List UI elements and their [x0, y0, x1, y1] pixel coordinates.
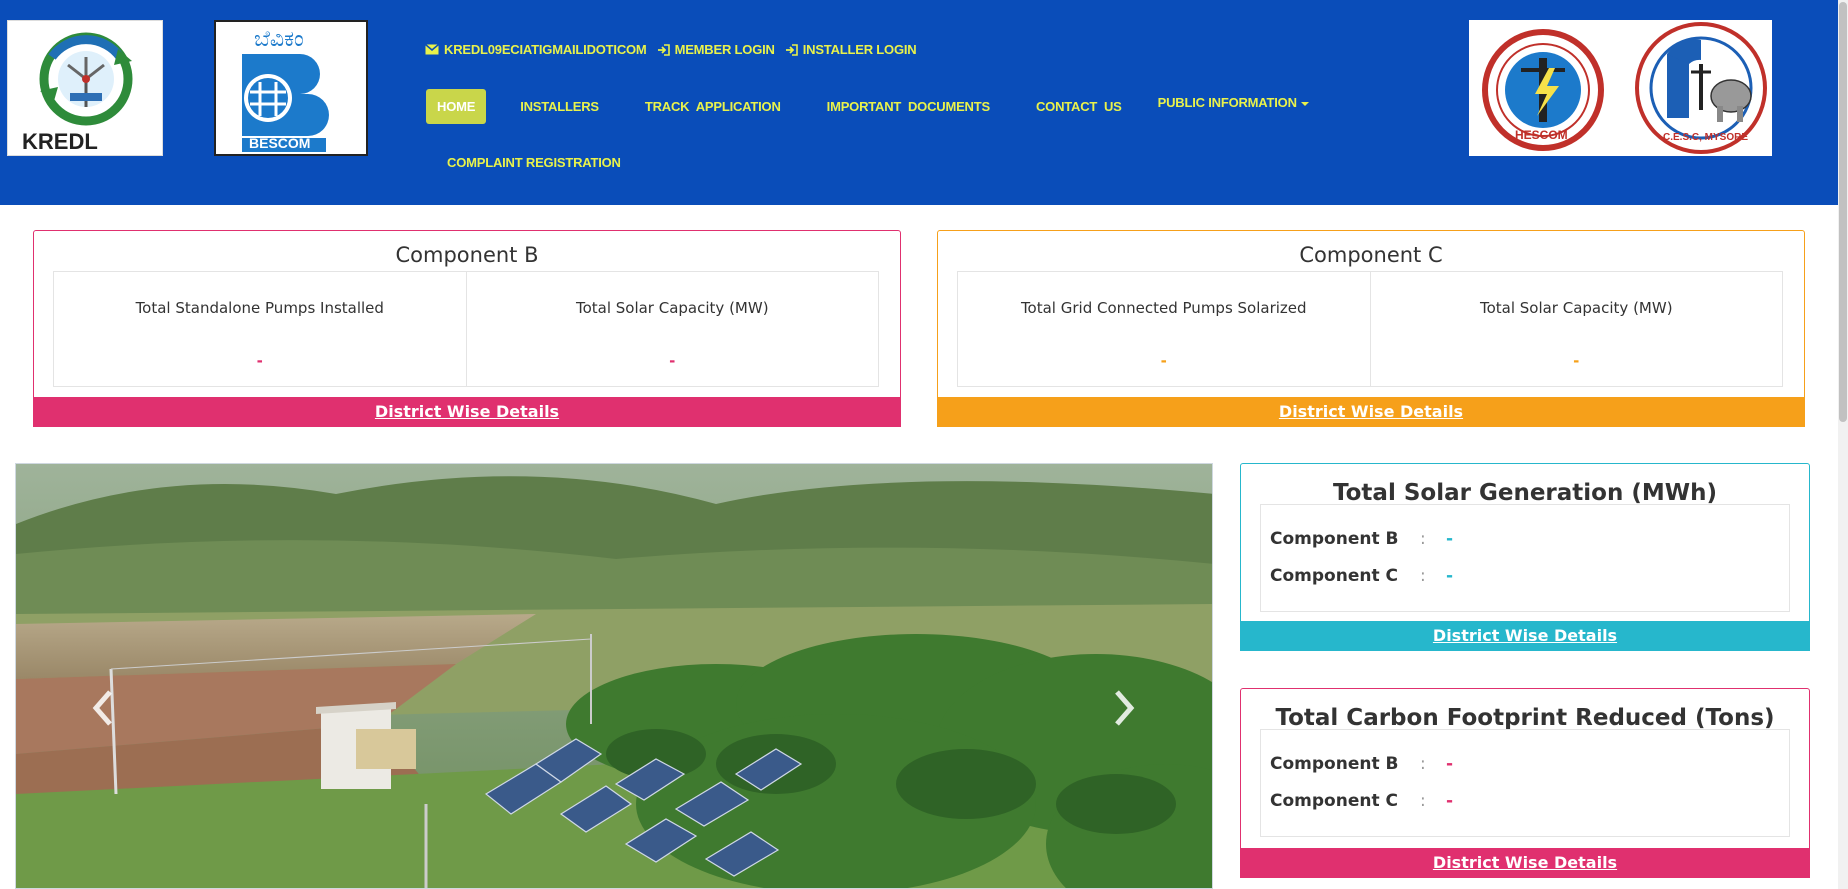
carbon-footprint-value-b: - — [1446, 754, 1454, 774]
grid-pumps-cell: Total Grid Connected Pumps Solarized - — [958, 272, 1371, 386]
member-login-link[interactable]: MEMBER LOGIN — [657, 42, 775, 57]
kredl-logo-text: KREDL — [22, 129, 98, 154]
site-header: KREDL ಬೆವಿಕಂ BESCOM KREDL09ECIATIGMAILID… — [0, 0, 1838, 205]
component-c-capacity-label: Total Solar Capacity (MW) — [1479, 299, 1673, 317]
nav-important-documents[interactable]: IMPORTANT DOCUMENTS — [827, 99, 991, 114]
installer-login-link[interactable]: INSTALLER LOGIN — [785, 42, 917, 57]
bescom-logo-text: BESCOM — [249, 135, 311, 151]
sign-in-icon — [785, 43, 798, 56]
component-b-district-link[interactable]: District Wise Details — [33, 397, 901, 427]
nav-track-application[interactable]: TRACK APPLICATION — [645, 99, 781, 114]
separator: : — [1420, 791, 1426, 811]
page-scrollbar[interactable] — [1838, 0, 1848, 889]
nav-home[interactable]: HOME — [426, 89, 487, 124]
standalone-pumps-cell: Total Standalone Pumps Installed - — [54, 272, 467, 386]
sign-in-icon — [657, 43, 670, 56]
carbon-footprint-title: Total Carbon Footprint Reduced (Tons) — [1275, 705, 1775, 731]
carbon-footprint-label-c: Component C — [1270, 791, 1398, 811]
solar-generation-row-c: Component C : - — [1270, 566, 1453, 586]
email-link[interactable]: KREDL09ECIATIGMAILIDOTICOM — [425, 42, 647, 57]
solar-generation-row-b: Component B : - — [1270, 529, 1453, 549]
grid-pumps-value: - — [1160, 350, 1167, 370]
grid-pumps-label: Total Grid Connected Pumps Solarized — [1020, 299, 1307, 317]
caret-down-icon — [1300, 101, 1309, 106]
carousel-prev-button[interactable] — [88, 688, 118, 728]
component-b-card: Component B Total Standalone Pumps Insta… — [33, 230, 901, 427]
separator: : — [1420, 529, 1426, 549]
component-b-capacity-label: Total Solar Capacity (MW) — [575, 299, 769, 317]
installer-login-text: INSTALLER LOGIN — [802, 42, 917, 57]
nav-public-information[interactable]: PUBLIC INFORMATION — [1158, 95, 1309, 110]
nav-complaint-registration[interactable]: COMPLAINT REGISTRATION — [447, 155, 621, 170]
standalone-pumps-value: - — [256, 350, 263, 370]
component-b-capacity-cell: Total Solar Capacity (MW) - — [467, 272, 879, 386]
top-links: KREDL09ECIATIGMAILIDOTICOM MEMBER LOGIN … — [425, 42, 917, 57]
nav-public-information-label: PUBLIC INFORMATION — [1157, 95, 1297, 110]
component-b-stats: Total Standalone Pumps Installed - Total… — [53, 271, 879, 387]
solar-generation-card: Total Solar Generation (MWh) Component B… — [1240, 463, 1810, 651]
component-c-district-link[interactable]: District Wise Details — [937, 397, 1805, 427]
component-b-title: Component B — [395, 243, 539, 267]
carbon-footprint-value-c: - — [1446, 791, 1454, 811]
component-b-capacity-value: - — [669, 350, 676, 370]
separator: : — [1420, 566, 1426, 586]
carousel-image — [16, 464, 1212, 888]
solar-generation-district-link[interactable]: District Wise Details — [1240, 621, 1810, 651]
envelope-icon — [425, 44, 439, 55]
solar-generation-label-c: Component C — [1270, 566, 1398, 586]
kredl-logo[interactable]: KREDL — [7, 20, 163, 156]
member-login-text: MEMBER LOGIN — [674, 42, 775, 57]
main-nav: HOME INSTALLERS TRACK APPLICATION IMPORT… — [426, 89, 1355, 124]
scrollbar-thumb[interactable] — [1839, 2, 1847, 422]
standalone-pumps-label: Total Standalone Pumps Installed — [135, 299, 384, 317]
carbon-footprint-district-link[interactable]: District Wise Details — [1240, 848, 1810, 878]
chevron-left-icon — [92, 690, 112, 726]
hescom-cesc-logos[interactable]: HESCOM C.E.S.C, MYSORE — [1469, 20, 1772, 156]
carbon-footprint-row-c: Component C : - — [1270, 791, 1453, 811]
carbon-footprint-row-b: Component B : - — [1270, 754, 1453, 774]
component-c-capacity-value: - — [1573, 350, 1580, 370]
nav-contact-us[interactable]: CONTACT US — [1036, 99, 1122, 114]
nav-installers[interactable]: INSTALLERS — [520, 99, 599, 114]
solar-farm-carousel[interactable] — [15, 463, 1213, 889]
component-c-card: Component C Total Grid Connected Pumps S… — [937, 230, 1805, 427]
separator: : — [1420, 754, 1426, 774]
cesc-logo-text: C.E.S.C, MYSORE — [1663, 132, 1749, 143]
carbon-footprint-card: Total Carbon Footprint Reduced (Tons) Co… — [1240, 688, 1810, 878]
carbon-footprint-stats: Component B : - Component C : - — [1260, 729, 1790, 837]
solar-generation-title: Total Solar Generation (MWh) — [1333, 480, 1717, 506]
component-c-title: Component C — [1299, 243, 1443, 267]
bescom-logo[interactable]: ಬೆವಿಕಂ BESCOM — [214, 20, 368, 156]
solar-generation-value-b: - — [1446, 529, 1454, 549]
hescom-logo-text: HESCOM — [1515, 128, 1568, 142]
solar-generation-stats: Component B : - Component C : - — [1260, 504, 1790, 612]
component-c-stats: Total Grid Connected Pumps Solarized - T… — [957, 271, 1783, 387]
bescom-kannada-text: ಬೆವಿಕಂ — [254, 26, 304, 51]
chevron-right-icon — [1115, 690, 1135, 726]
carousel-next-button[interactable] — [1109, 688, 1139, 728]
carbon-footprint-label-b: Component B — [1270, 754, 1399, 774]
solar-generation-label-b: Component B — [1270, 529, 1399, 549]
component-c-capacity-cell: Total Solar Capacity (MW) - — [1371, 272, 1783, 386]
solar-generation-value-c: - — [1446, 566, 1454, 586]
email-text: KREDL09ECIATIGMAILIDOTICOM — [444, 42, 647, 57]
